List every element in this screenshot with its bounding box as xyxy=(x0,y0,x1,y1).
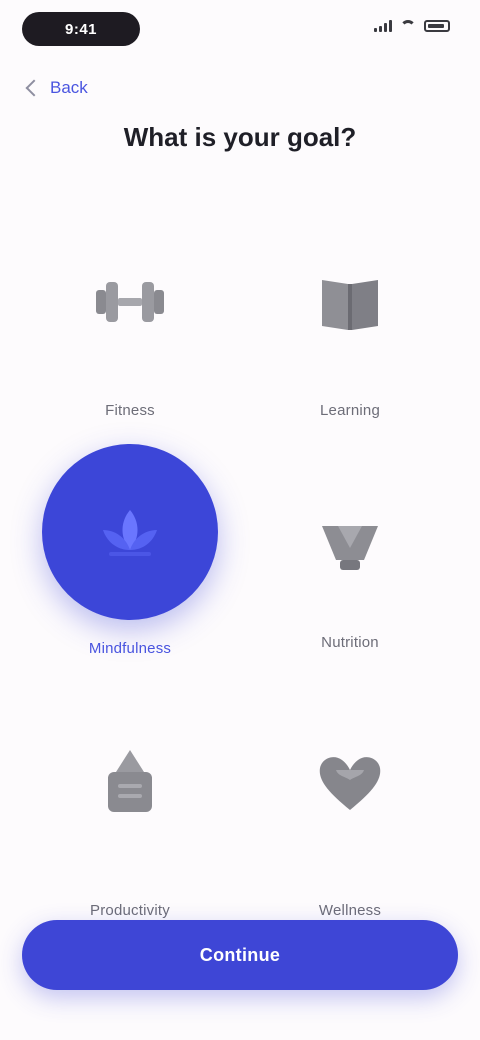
wifi-icon xyxy=(400,20,416,32)
page-title: What is your goal? xyxy=(123,122,357,152)
clipboard-icon xyxy=(80,732,180,832)
status-time: 9:41 xyxy=(22,12,140,46)
option-label: Productivity xyxy=(90,902,170,919)
heart-icon xyxy=(300,732,400,832)
option-label: Nutrition xyxy=(321,634,379,651)
signal-icon xyxy=(374,20,392,32)
dumbbell-icon xyxy=(80,252,180,352)
option-card-mindfulness[interactable]: Mindfulness xyxy=(30,444,230,664)
status-bar: 9:41 xyxy=(0,0,480,60)
option-label: Wellness xyxy=(318,902,382,919)
chevron-left-icon xyxy=(25,79,43,97)
bowl-icon xyxy=(300,494,400,594)
option-card-productivity[interactable]: Productivity xyxy=(30,702,230,922)
book-icon xyxy=(300,252,400,352)
selected-indicator xyxy=(42,444,218,620)
option-label: Fitness xyxy=(105,402,155,419)
status-icons xyxy=(374,20,450,32)
lotus-icon xyxy=(103,510,157,556)
option-card-fitness[interactable]: Fitness xyxy=(30,222,230,442)
continue-button[interactable]: Continue xyxy=(22,920,458,990)
back-label: Back xyxy=(50,78,88,97)
option-card-learning[interactable]: Learning xyxy=(250,222,450,442)
option-card-wellness[interactable]: Wellness xyxy=(250,702,450,922)
option-card-nutrition[interactable]: Nutrition xyxy=(250,444,450,664)
battery-icon xyxy=(424,20,450,32)
option-label: Mindfulness xyxy=(88,640,172,657)
option-label: Learning xyxy=(320,402,380,419)
back-button[interactable]: Back xyxy=(25,74,88,102)
